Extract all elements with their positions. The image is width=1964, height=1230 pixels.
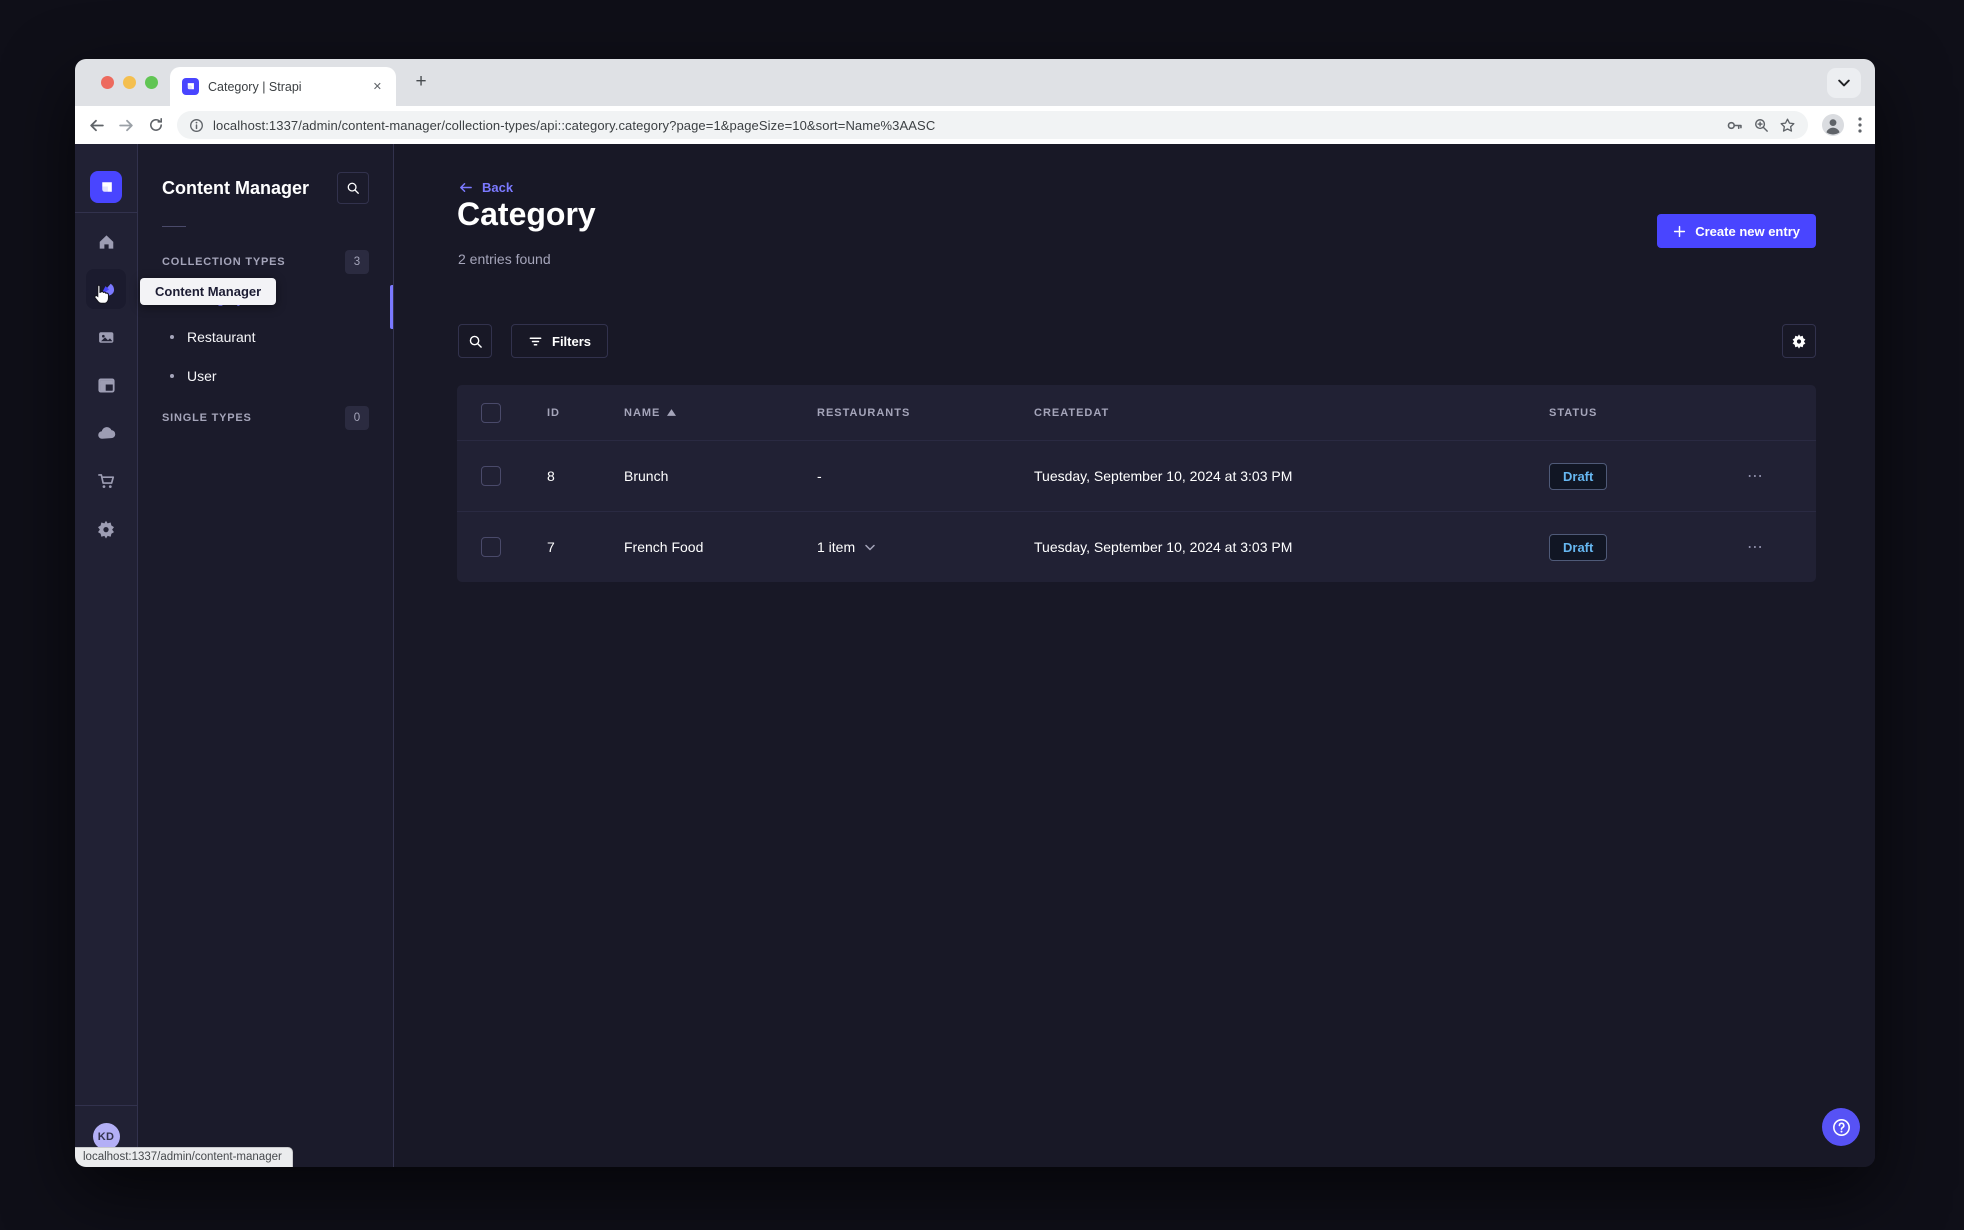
- cell-name: Brunch: [624, 468, 669, 484]
- user-avatar[interactable]: KD: [92, 1123, 120, 1150]
- main-content: Back Category 2 entries found Create new…: [394, 144, 1875, 1167]
- strapi-logo[interactable]: [90, 171, 122, 203]
- zoom-icon[interactable]: [1753, 117, 1770, 134]
- header-status[interactable]: STATUS: [1549, 407, 1747, 419]
- sort-asc-icon: [667, 409, 677, 416]
- filters-button[interactable]: Filters: [511, 324, 609, 358]
- url-bar: localhost:1337/admin/content-manager/col…: [75, 106, 1875, 144]
- row-actions-menu-icon[interactable]: ⋯: [1747, 466, 1765, 486]
- subnav-item-restaurant[interactable]: Restaurant: [162, 317, 369, 356]
- back-link[interactable]: Back: [458, 180, 513, 195]
- cell-name: French Food: [624, 539, 704, 555]
- password-key-icon[interactable]: [1725, 116, 1744, 135]
- entries-table: ID NAME RESTAURANTS CREATEDAT STATUS 8 B…: [457, 385, 1816, 582]
- header-createdat[interactable]: CREATEDAT: [1034, 407, 1549, 419]
- cell-restaurants: -: [817, 468, 822, 484]
- cloud-icon[interactable]: [86, 413, 126, 453]
- strapi-favicon: [182, 78, 199, 95]
- bullet-icon: [170, 373, 174, 378]
- back-arrow-icon: [460, 183, 472, 192]
- active-item-indicator: [390, 285, 393, 329]
- address-bar[interactable]: localhost:1337/admin/content-manager/col…: [177, 111, 1808, 139]
- header-name[interactable]: NAME: [624, 407, 817, 419]
- row-actions-menu-icon[interactable]: ⋯: [1747, 537, 1765, 557]
- url-text: localhost:1337/admin/content-manager/col…: [213, 117, 936, 133]
- media-library-icon[interactable]: [86, 317, 126, 357]
- subnav-title: Content Manager: [162, 177, 310, 198]
- table-row[interactable]: 8 Brunch - Tuesday, September 10, 2024 a…: [457, 440, 1816, 511]
- status-badge: Draft: [1549, 533, 1608, 561]
- bookmark-star-icon[interactable]: [1779, 117, 1796, 134]
- subnav-search-button[interactable]: [337, 172, 369, 204]
- select-all-checkbox[interactable]: [481, 402, 501, 423]
- header-restaurants[interactable]: RESTAURANTS: [817, 407, 1034, 419]
- tab-search-button[interactable]: [1827, 68, 1861, 98]
- bullet-icon: [170, 334, 174, 339]
- subnav-item-user[interactable]: User: [162, 356, 369, 395]
- link-preview-status-bar: localhost:1337/admin/content-manager: [75, 1147, 293, 1167]
- help-button[interactable]: [1822, 1108, 1860, 1146]
- header-id[interactable]: ID: [547, 407, 624, 419]
- browser-window: Category | Strapi ✕ + localhost:1337/adm…: [75, 59, 1875, 1167]
- minimize-window-button[interactable]: [123, 76, 136, 89]
- content-manager-tooltip: Content Manager: [140, 278, 277, 305]
- home-icon[interactable]: [86, 221, 126, 261]
- table-row[interactable]: 7 French Food 1 item Tuesday, September …: [457, 511, 1816, 582]
- strapi-admin: KD Content Manager COLLECTION TYPES 3 Ca…: [75, 144, 1875, 1167]
- settings-icon[interactable]: [86, 509, 126, 549]
- tab-title: Category | Strapi: [208, 79, 302, 94]
- cell-restaurants[interactable]: 1 item: [817, 539, 1034, 555]
- status-badge: Draft: [1549, 462, 1608, 490]
- back-nav-icon[interactable]: [88, 117, 105, 134]
- browser-profile-icon[interactable]: [1821, 113, 1845, 137]
- browser-tab[interactable]: Category | Strapi ✕: [170, 67, 396, 106]
- rail-divider: [75, 212, 137, 213]
- cell-createdat: Tuesday, September 10, 2024 at 3:03 PM: [1034, 539, 1293, 555]
- chevron-down-icon: [865, 544, 875, 551]
- browser-menu-icon[interactable]: [1858, 117, 1862, 133]
- reload-icon[interactable]: [148, 117, 164, 133]
- table-header-row: ID NAME RESTAURANTS CREATEDAT STATUS: [457, 385, 1816, 440]
- close-window-button[interactable]: [101, 76, 114, 89]
- cell-createdat: Tuesday, September 10, 2024 at 3:03 PM: [1034, 468, 1293, 484]
- subnav-divider: [162, 226, 186, 227]
- collection-types-count: 3: [345, 249, 369, 274]
- collection-types-label: COLLECTION TYPES: [162, 255, 286, 268]
- filter-icon: [529, 336, 542, 346]
- row-checkbox[interactable]: [481, 537, 501, 557]
- tab-close-icon[interactable]: ✕: [369, 78, 386, 95]
- single-types-label: SINGLE TYPES: [162, 411, 252, 424]
- view-settings-gear-button[interactable]: [1782, 324, 1816, 358]
- marketplace-icon[interactable]: [86, 461, 126, 501]
- entries-count: 2 entries found: [458, 251, 551, 267]
- new-tab-button[interactable]: +: [409, 70, 433, 94]
- window-controls: [101, 76, 158, 89]
- cell-id: 8: [547, 468, 555, 484]
- cell-id: 7: [547, 539, 555, 555]
- plus-icon: [1674, 225, 1686, 237]
- maximize-window-button[interactable]: [145, 76, 158, 89]
- tab-strip: Category | Strapi ✕ +: [75, 59, 1875, 106]
- content-type-builder-icon[interactable]: [86, 365, 126, 405]
- row-checkbox[interactable]: [481, 466, 501, 486]
- forward-nav-icon[interactable]: [118, 117, 135, 134]
- create-new-entry-button[interactable]: Create new entry: [1657, 214, 1816, 248]
- question-mark-icon: [1832, 1118, 1850, 1136]
- hand-cursor: [90, 283, 113, 306]
- site-info-icon[interactable]: [189, 118, 204, 133]
- page-title: Category: [457, 196, 596, 232]
- single-types-count: 0: [345, 405, 369, 430]
- table-search-button[interactable]: [458, 324, 492, 358]
